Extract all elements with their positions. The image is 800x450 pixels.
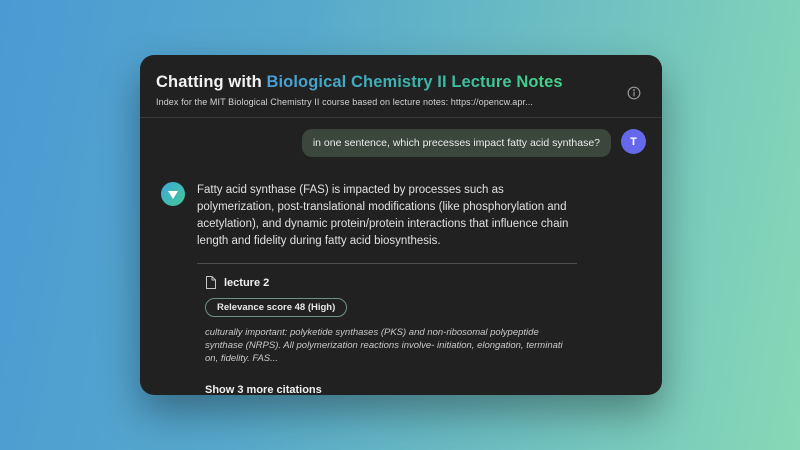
title-subject: Biological Chemistry II Lecture Notes: [266, 73, 563, 91]
user-message-row: in one sentence, which precesses impact …: [156, 129, 646, 157]
triangle-down-icon: [168, 190, 178, 199]
page-title: Chatting with Biological Chemistry II Le…: [156, 73, 646, 92]
assistant-content-column: Fatty acid synthase (FAS) is impacted by…: [197, 182, 577, 398]
relevance-score-badge: Relevance score 48 (High): [205, 298, 348, 317]
citation-item: lecture 2 Relevance score 48 (High) cult…: [197, 276, 577, 398]
user-avatar: T: [621, 129, 646, 154]
assistant-message-text: Fatty acid synthase (FAS) is impacted by…: [197, 184, 569, 247]
citation-divider: [197, 263, 577, 264]
chat-body: in one sentence, which precesses impact …: [140, 118, 662, 398]
document-icon: [205, 276, 216, 289]
citation-source-label: lecture 2: [224, 276, 270, 289]
citation-excerpt: culturally important: polyketide synthas…: [205, 327, 563, 364]
show-more-citations-button[interactable]: Show 3 more citations: [205, 384, 322, 396]
title-prefix: Chatting with: [156, 73, 267, 91]
chat-card: Chatting with Biological Chemistry II Le…: [140, 55, 662, 398]
assistant-avatar: [161, 182, 185, 206]
citation-header: lecture 2: [205, 276, 577, 289]
page-background: Chatting with Biological Chemistry II Le…: [0, 0, 800, 450]
user-message-bubble: in one sentence, which precesses impact …: [301, 129, 611, 157]
chat-header: Chatting with Biological Chemistry II Le…: [140, 55, 662, 118]
assistant-message-row: Fatty acid synthase (FAS) is impacted by…: [156, 182, 646, 398]
info-circle-icon[interactable]: [626, 85, 642, 101]
index-description: Index for the MIT Biological Chemistry I…: [156, 97, 533, 107]
